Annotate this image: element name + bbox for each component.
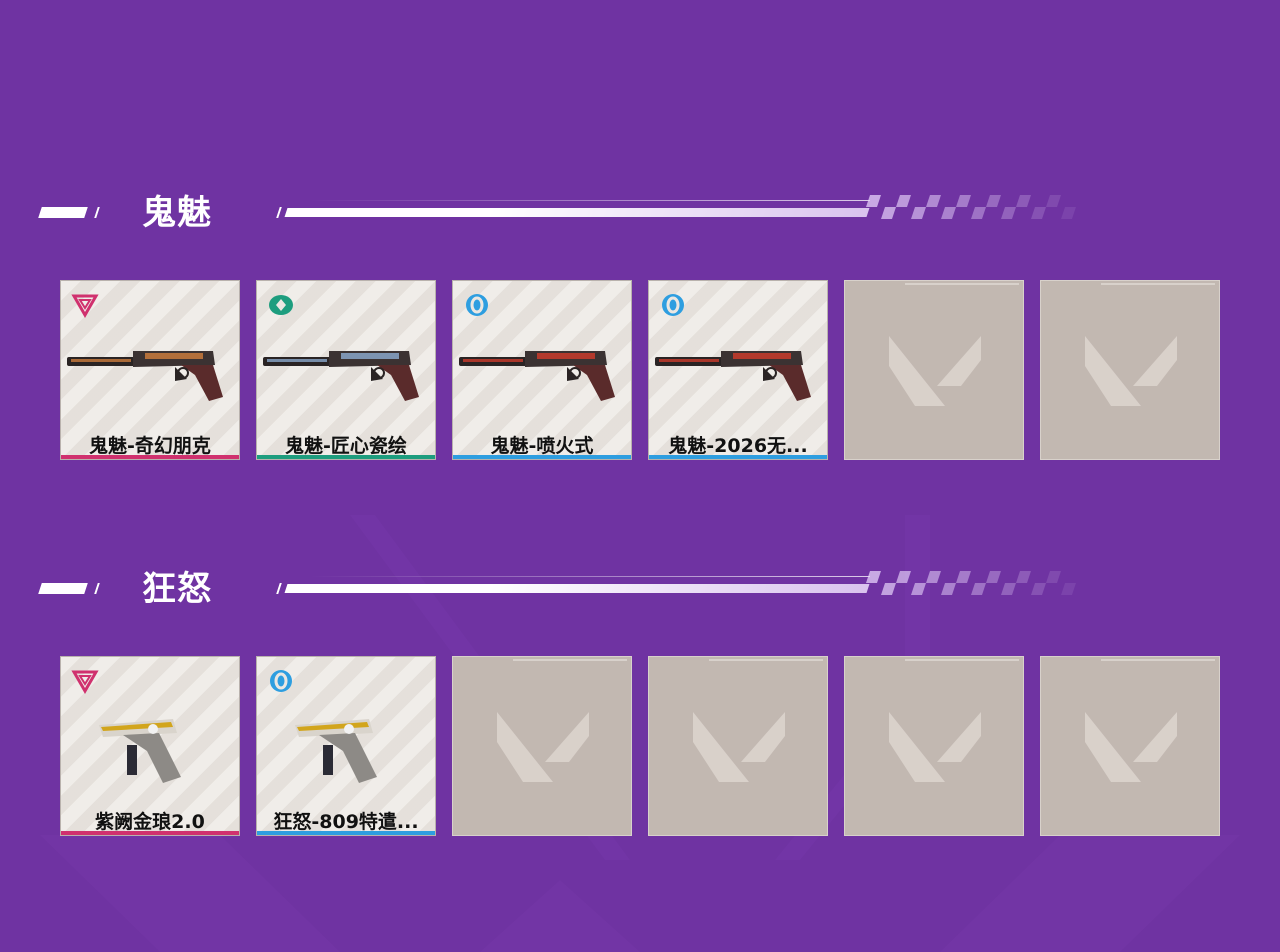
valorant-logo-icon xyxy=(885,326,985,416)
rarity-bar xyxy=(61,831,239,835)
weapon-grid-ghost: 鬼魅-奇幻朋克 鬼魅-匠心瓷绘 鬼魅-喷火式 鬼魅-2026无... xyxy=(60,280,1220,460)
empty-slot-card[interactable] xyxy=(452,656,632,836)
header-thin-line xyxy=(310,576,870,577)
weapon-skin-card[interactable]: 紫阙金琅2.0 xyxy=(60,656,240,836)
empty-slot-edge xyxy=(709,659,823,661)
weapon-skin-name: 紫阙金琅2.0 xyxy=(95,811,205,833)
valorant-logo-icon xyxy=(885,702,985,792)
ring-tier-icon xyxy=(267,667,295,695)
empty-slot-edge xyxy=(1101,283,1215,285)
section-title: 狂怒 xyxy=(142,569,212,609)
ghost-pistol-icon xyxy=(259,329,435,419)
valorant-logo-icon xyxy=(493,702,593,792)
weapon-skin-name: 鬼魅-2026无... xyxy=(668,435,808,457)
valorant-logo-icon xyxy=(1081,702,1181,792)
header-tick-decoration xyxy=(94,583,100,594)
frenzy-pistol-icon xyxy=(259,705,435,795)
weapon-skin-name: 鬼魅-喷火式 xyxy=(490,435,594,457)
header-slab-decoration xyxy=(38,207,88,218)
weapon-skin-card[interactable]: 狂怒-809特遣... xyxy=(256,656,436,836)
weapon-skin-name: 鬼魅-奇幻朋克 xyxy=(89,435,211,457)
ring-tier-icon xyxy=(463,291,491,319)
empty-slot-edge xyxy=(905,283,1019,285)
rarity-bar xyxy=(257,831,435,835)
rarity-bar xyxy=(257,455,435,459)
header-tick-decoration xyxy=(276,207,282,218)
weapon-skin-card[interactable]: 鬼魅-奇幻朋克 xyxy=(60,280,240,460)
ghost-pistol-icon xyxy=(455,329,631,419)
triangle-tier-icon xyxy=(71,667,99,695)
empty-slot-edge xyxy=(513,659,627,661)
header-tick-decoration xyxy=(94,207,100,218)
rarity-bar xyxy=(453,455,631,459)
weapon-skin-card[interactable]: 鬼魅-2026无... xyxy=(648,280,828,460)
header-slab-decoration xyxy=(38,583,88,594)
header-checker-decoration xyxy=(866,571,1076,595)
empty-slot-card[interactable] xyxy=(648,656,828,836)
weapon-skin-name: 鬼魅-匠心瓷绘 xyxy=(285,435,407,457)
section-title: 鬼魅 xyxy=(142,193,212,233)
weapon-skin-name: 狂怒-809特遣... xyxy=(273,811,419,833)
rarity-bar xyxy=(61,455,239,459)
header-checker-decoration xyxy=(866,195,1076,219)
ghost-pistol-icon xyxy=(651,329,827,419)
empty-slot-edge xyxy=(905,659,1019,661)
weapon-skin-card[interactable]: 鬼魅-喷火式 xyxy=(452,280,632,460)
ghost-pistol-icon xyxy=(63,329,239,419)
weapon-skin-card[interactable]: 鬼魅-匠心瓷绘 xyxy=(256,280,436,460)
valorant-logo-icon xyxy=(1081,326,1181,416)
weapon-grid-frenzy: 紫阙金琅2.0 狂怒-809特遣... xyxy=(60,656,1220,836)
header-tick-decoration xyxy=(276,583,282,594)
ring-tier-icon xyxy=(659,291,687,319)
empty-slot-card[interactable] xyxy=(844,656,1024,836)
empty-slot-card[interactable] xyxy=(1040,280,1220,460)
triangle-tier-icon xyxy=(71,291,99,319)
header-line xyxy=(284,208,870,217)
frenzy-pistol-icon xyxy=(63,705,239,795)
empty-slot-card[interactable] xyxy=(1040,656,1220,836)
diamond-tier-icon xyxy=(267,291,295,319)
header-line xyxy=(284,584,870,593)
valorant-logo-icon xyxy=(689,702,789,792)
section-header-frenzy: 狂怒 xyxy=(0,569,1280,609)
empty-slot-card[interactable] xyxy=(844,280,1024,460)
header-thin-line xyxy=(310,200,870,201)
empty-slot-edge xyxy=(1101,659,1215,661)
section-header-ghost: 鬼魅 xyxy=(0,193,1280,233)
rarity-bar xyxy=(649,455,827,459)
